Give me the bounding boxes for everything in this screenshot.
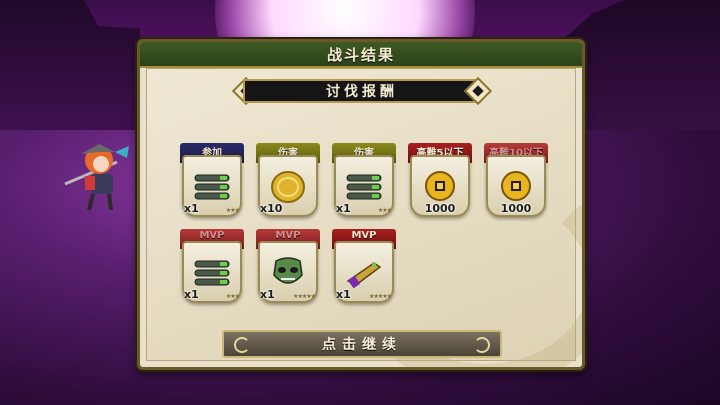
reward-quantity: x10 — [260, 202, 283, 215]
reward-card[interactable]: MVP x1 ★★★★★ — [332, 229, 396, 303]
reward-quantity: x1 — [336, 202, 351, 215]
reward-quantity: 1000 — [500, 202, 532, 215]
reward-card[interactable]: 伤害 x1 ★★★ — [332, 143, 396, 217]
player-character — [64, 144, 129, 211]
gun-icon — [346, 262, 382, 289]
rewards-ribbon: 讨伐报酬 — [243, 79, 481, 103]
reward-card[interactable]: 参加 x1 ★★★ — [180, 143, 244, 217]
castle-silhouette-left — [0, 0, 140, 130]
battle-result-panel: 战斗结果 讨伐报酬 参加 x1 ★★★ 伤害 x10 伤害 x1 ★★★ 高難5… — [137, 39, 585, 370]
gold-medal-icon — [271, 171, 305, 203]
reward-card[interactable]: 高難5以下 1000 — [408, 143, 472, 217]
bullet-clip-icon — [194, 174, 230, 200]
reward-stars: ★★★★★ — [293, 293, 316, 300]
reward-quantity: x1 — [336, 288, 351, 301]
reward-card[interactable]: MVP x1 ★★★ — [180, 229, 244, 303]
panel-title: 战斗结果 — [326, 45, 395, 64]
continue-label: 点击继续 — [322, 337, 402, 353]
tap-to-continue-button[interactable]: 点击继续 — [222, 330, 502, 358]
reward-quantity: x1 — [260, 288, 275, 301]
reward-quantity: x1 — [184, 288, 199, 301]
reward-card[interactable]: MVP x1 ★★★★★ — [256, 229, 320, 303]
green-mask-icon — [273, 257, 303, 284]
reward-stars: ★★★ — [377, 207, 392, 214]
reward-stars: ★★★★★ — [369, 293, 392, 300]
reward-card[interactable]: 伤害 x10 — [256, 143, 320, 217]
reward-quantity: 1000 — [424, 202, 456, 215]
reward-stars: ★★★ — [225, 207, 240, 214]
gold-coin-icon — [425, 171, 455, 201]
rewards-heading: 讨伐报酬 — [326, 84, 398, 100]
reward-stars: ★★★ — [225, 293, 240, 300]
reward-quantity: x1 — [184, 202, 199, 215]
bullet-clip-icon — [194, 260, 230, 286]
swirl-ornament-right — [474, 337, 490, 353]
panel-header: 战斗结果 — [140, 42, 582, 68]
bullet-clip-icon — [346, 174, 382, 200]
reward-card[interactable]: 高難10以下 1000 — [484, 143, 548, 217]
gold-coin-icon — [501, 171, 531, 201]
swirl-ornament-left — [234, 337, 250, 353]
